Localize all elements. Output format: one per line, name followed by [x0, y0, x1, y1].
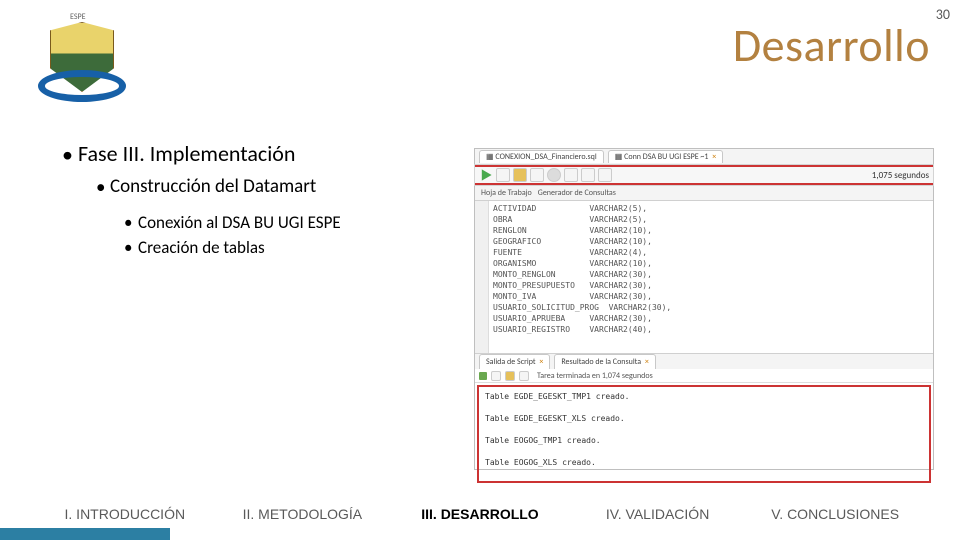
code-line: USUARIO_APRUEBA VARCHAR2(30), [493, 313, 929, 324]
doc-icon[interactable] [491, 371, 501, 381]
autotrace-icon[interactable] [581, 168, 595, 182]
code-editor[interactable]: ACTIVIDAD VARCHAR2(5), OBRA VARCHAR2(5),… [475, 201, 933, 353]
tab-icon: ▦ [486, 152, 494, 162]
bullet-level-2: Construcción del Datamart [96, 175, 462, 198]
toolbar-time: 1,075 segundos [872, 170, 929, 181]
tab-label: Salida de Script [486, 357, 536, 367]
settings-icon[interactable] [547, 168, 561, 182]
bullet-level-3: Conexión al DSA BU UGI ESPE [124, 212, 462, 233]
result-tabs: Salida de Script × Resultado de la Consu… [475, 353, 933, 369]
script-output: Table EGDE_EGESKT_TMP1 creado. Table EGD… [477, 385, 931, 483]
code-line: ACTIVIDAD VARCHAR2(5), [493, 203, 929, 214]
clear-icon[interactable] [519, 371, 529, 381]
code-line: MONTO_PRESUPUESTO VARCHAR2(30), [493, 280, 929, 291]
query-result-tab[interactable]: Resultado de la Consulta × [554, 354, 656, 369]
close-icon[interactable]: × [537, 357, 543, 367]
file-tab[interactable]: ▦ CONEXION_DSA_Financiero.sql [479, 150, 604, 163]
slide: ESPE Desarrollo 30 Fase III. Implementac… [0, 0, 960, 540]
page-title: Desarrollo [733, 18, 930, 74]
tab-label: Resultado de la Consulta [561, 357, 641, 367]
footer-item-conclusiones: V. CONCLUSIONES [746, 506, 924, 522]
run-script-icon[interactable] [496, 168, 510, 182]
file-tab[interactable]: ▦ Conn DSA BU UGI ESPE ~1 × [608, 150, 724, 163]
tab-icon: ▦ [615, 152, 623, 162]
clear-icon[interactable] [598, 168, 612, 182]
tab-label: Conn DSA BU UGI ESPE ~1 [624, 152, 708, 162]
code-line: USUARIO_SOLICITUD_PROG VARCHAR2(30), [493, 302, 929, 313]
tab-label: CONEXION_DSA_Financiero.sql [495, 152, 596, 162]
file-tabs: ▦ CONEXION_DSA_Financiero.sql ▦ Conn DSA… [475, 149, 933, 165]
output-line: Table EGDE_EGESKT_XLS creado. [485, 413, 923, 425]
output-line: Table EOGOG_XLS creado. [485, 457, 923, 469]
gutter [475, 201, 489, 353]
commit-icon[interactable] [513, 168, 527, 182]
code-line: RENGLON VARCHAR2(10), [493, 225, 929, 236]
script-output-tab[interactable]: Salida de Script × [479, 354, 550, 369]
worksheet-tabs: Hoja de Trabajo Generador de Consultas [475, 185, 933, 201]
close-icon[interactable]: × [643, 357, 649, 367]
output-line: Table EOGOG_TMP1 creado. [485, 435, 923, 447]
toolbar: 1,075 segundos [475, 165, 933, 185]
page-number: 30 [936, 6, 950, 23]
code-line: MONTO_RENGLON VARCHAR2(30), [493, 269, 929, 280]
code-line: MONTO_IVA VARCHAR2(30), [493, 291, 929, 302]
output-line: Table EGDE_EGESKT_TMP1 creado. [485, 391, 923, 403]
explain-icon[interactable] [564, 168, 578, 182]
espe-logo: ESPE [34, 14, 130, 110]
code-line: USUARIO_REGISTRO VARCHAR2(40), [493, 324, 929, 335]
footer-item-intro: I. INTRODUCCIÓN [36, 506, 214, 522]
content-outline: Fase III. Implementación Construcción de… [62, 140, 462, 260]
code-line: ORGANISMO VARCHAR2(10), [493, 258, 929, 269]
worksheet-tab[interactable]: Hoja de Trabajo [481, 185, 532, 200]
accent-bar [0, 528, 170, 540]
disk-icon[interactable] [505, 371, 515, 381]
footer-item-validacion: IV. VALIDACIÓN [569, 506, 747, 522]
footer-item-desarrollo: III. DESARROLLO [391, 506, 569, 522]
run-icon[interactable] [479, 168, 493, 182]
rollback-icon[interactable] [530, 168, 544, 182]
querybuilder-tab[interactable]: Generador de Consultas [538, 185, 616, 200]
close-icon[interactable]: × [710, 152, 716, 162]
code-lines: ACTIVIDAD VARCHAR2(5), OBRA VARCHAR2(5),… [493, 203, 929, 335]
footer-item-metodologia: II. METODOLOGÍA [214, 506, 392, 522]
logo-label: ESPE [70, 12, 86, 22]
code-line: OBRA VARCHAR2(5), [493, 214, 929, 225]
result-status-bar: Tarea terminada en 1,074 segundos [475, 369, 933, 383]
pin-icon[interactable] [479, 372, 487, 380]
sql-developer-screenshot: ▦ CONEXION_DSA_Financiero.sql ▦ Conn DSA… [474, 148, 934, 470]
code-line: GEOGRAFICO VARCHAR2(10), [493, 236, 929, 247]
code-line: FUENTE VARCHAR2(4), [493, 247, 929, 258]
result-status-text: Tarea terminada en 1,074 segundos [533, 371, 653, 381]
footer-nav: I. INTRODUCCIÓN II. METODOLOGÍA III. DES… [0, 506, 960, 522]
bullet-level-1: Fase III. Implementación [62, 140, 462, 167]
bullet-level-3: Creación de tablas [124, 237, 462, 258]
ring-icon [38, 70, 126, 102]
